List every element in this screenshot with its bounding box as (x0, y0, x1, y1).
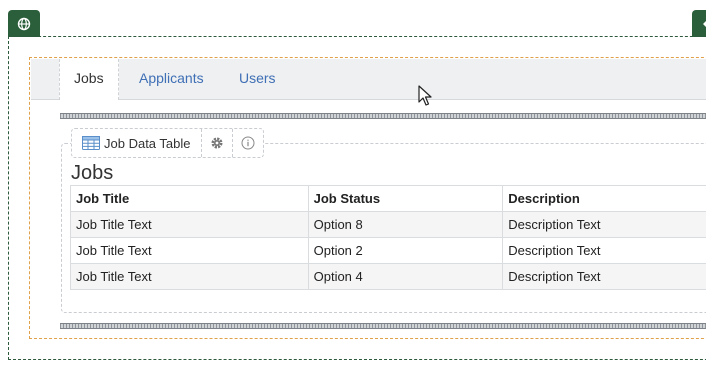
cell-job-title: Job Title Text (70, 263, 309, 290)
table-row[interactable]: Job Title Text Option 4 Description Text (70, 263, 706, 290)
tab-users[interactable]: Users (239, 59, 276, 99)
table-title: Jobs (71, 162, 114, 184)
column-header-job-title[interactable]: Job Title (70, 185, 309, 212)
cell-job-status: Option 4 (307, 263, 504, 290)
tab-applicants[interactable]: Applicants (139, 59, 204, 99)
component-label[interactable]: Job Data Table (72, 129, 202, 157)
component-toolbar: Job Data Table (71, 128, 264, 158)
globe-icon (17, 17, 31, 30)
table-row[interactable]: Job Title Text Option 2 Description Text (70, 237, 706, 264)
table-icon (82, 136, 100, 150)
cell-description: Description Text (502, 237, 706, 264)
gear-icon (211, 137, 222, 149)
tab-bar: Jobs Applicants Users (31, 59, 706, 100)
mouse-cursor-icon (418, 85, 432, 112)
component-label-text: Job Data Table (104, 135, 191, 151)
info-icon (241, 136, 254, 150)
column-header-job-status[interactable]: Job Status (307, 185, 504, 212)
globe-badge[interactable] (8, 10, 40, 37)
cell-job-status: Option 8 (307, 211, 504, 238)
editor-canvas: Jobs Applicants Users Job Data Table Job… (0, 0, 706, 385)
table-row[interactable]: Job Title Text Option 8 Description Text (70, 211, 706, 238)
drop-zone-top[interactable] (60, 113, 706, 119)
drop-zone-bottom[interactable] (60, 323, 706, 329)
jobs-table: Job Title Job Status Description Job Tit… (70, 185, 706, 290)
move-badge[interactable] (692, 10, 706, 37)
table-header-row: Job Title Job Status Description (70, 185, 706, 212)
settings-button[interactable] (202, 129, 233, 157)
info-button[interactable] (233, 129, 263, 157)
cell-job-status: Option 2 (307, 237, 504, 264)
cell-job-title: Job Title Text (70, 237, 309, 264)
cell-description: Description Text (502, 263, 706, 290)
arrows-icon (703, 20, 706, 27)
cell-job-title: Job Title Text (70, 211, 309, 238)
cell-description: Description Text (502, 211, 706, 238)
tab-jobs[interactable]: Jobs (59, 59, 119, 100)
column-header-description[interactable]: Description (502, 185, 706, 212)
